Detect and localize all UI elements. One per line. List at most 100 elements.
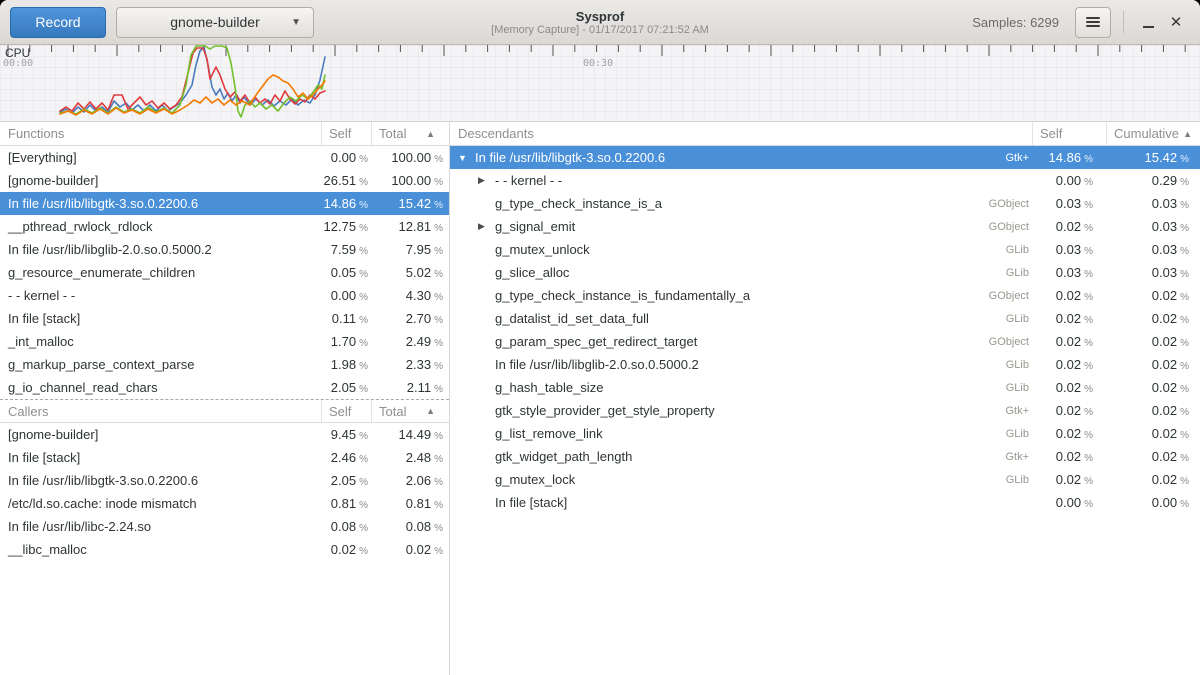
total-percent: 12.81% xyxy=(372,219,449,234)
descendant-row[interactable]: g_datalist_id_set_data_fullGLib0.02%0.02… xyxy=(450,307,1200,330)
descendant-row[interactable]: g_mutex_unlockGLib0.03%0.03% xyxy=(450,238,1200,261)
descendant-row[interactable]: g_list_remove_linkGLib0.02%0.02% xyxy=(450,422,1200,445)
close-button[interactable]: ✕ xyxy=(1162,8,1190,36)
function-row[interactable]: __pthread_rwlock_rdlock12.75%12.81% xyxy=(0,215,449,238)
caller-row[interactable]: In file [stack]2.46%2.48% xyxy=(0,446,449,469)
descendant-row[interactable]: g_type_check_instance_is_aGObject0.03%0.… xyxy=(450,192,1200,215)
column-header-self[interactable]: Self xyxy=(322,400,372,422)
descendant-name-cell: g_slice_allocGLib xyxy=(450,265,1033,280)
library-tag: GLib xyxy=(1006,428,1029,440)
caller-row[interactable]: In file /usr/lib/libgtk-3.so.0.2200.62.0… xyxy=(0,469,449,492)
self-percent: 0.02% xyxy=(322,542,372,557)
descendant-name: g_list_remove_link xyxy=(495,426,603,441)
descendant-name-cell: g_hash_table_sizeGLib xyxy=(450,380,1033,395)
descendant-name-cell: ▶- - kernel - - xyxy=(450,173,1033,188)
function-row[interactable]: In file /usr/lib/libgtk-3.so.0.2200.614.… xyxy=(0,192,449,215)
column-header-total[interactable]: Total ▲ xyxy=(372,400,449,422)
descendant-name-cell: gtk_style_provider_get_style_propertyGtk… xyxy=(450,403,1033,418)
record-button[interactable]: Record xyxy=(10,7,106,38)
total-percent: 0.02% xyxy=(1107,426,1200,441)
expander-open-icon[interactable]: ▼ xyxy=(458,153,475,163)
descendant-name-cell: g_mutex_lockGLib xyxy=(450,472,1033,487)
descendant-row[interactable]: ▶g_signal_emitGObject0.02%0.03% xyxy=(450,215,1200,238)
expander-closed-icon[interactable]: ▶ xyxy=(478,175,495,186)
descendant-row[interactable]: g_param_spec_get_redirect_targetGObject0… xyxy=(450,330,1200,353)
total-percent: 0.03% xyxy=(1107,219,1200,234)
column-header-total[interactable]: Total ▲ xyxy=(372,122,449,145)
function-row[interactable]: - - kernel - -0.00%4.30% xyxy=(0,284,449,307)
self-percent: 0.81% xyxy=(322,496,372,511)
descendant-row[interactable]: ▶- - kernel - -0.00%0.29% xyxy=(450,169,1200,192)
function-row[interactable]: g_io_channel_read_chars2.05%2.11% xyxy=(0,376,449,399)
function-row[interactable]: _int_malloc1.70%2.49% xyxy=(0,330,449,353)
caller-row[interactable]: __libc_malloc0.02%0.02% xyxy=(0,538,449,561)
self-percent: 2.05% xyxy=(322,380,372,395)
caller-row[interactable]: [gnome-builder]9.45%14.49% xyxy=(0,423,449,446)
descendants-table-body: ▼In file /usr/lib/libgtk-3.so.0.2200.6 Gt… xyxy=(450,146,1200,514)
column-header-self[interactable]: Self xyxy=(322,122,372,145)
callers-table-header: Callers Self Total ▲ xyxy=(0,399,449,423)
self-percent: 0.11% xyxy=(322,311,372,326)
expander-closed-icon[interactable]: ▶ xyxy=(478,221,495,232)
total-percent: 2.70% xyxy=(372,311,449,326)
total-percent: 100.00% xyxy=(372,173,449,188)
descendant-name-cell: gtk_widget_path_lengthGtk+ xyxy=(450,449,1033,464)
library-tag: GLib xyxy=(1006,382,1029,394)
self-percent: 0.05% xyxy=(322,265,372,280)
function-name: In file /usr/lib/libgtk-3.so.0.2200.6 xyxy=(0,196,322,211)
total-percent: 15.42% xyxy=(1107,150,1200,165)
function-name: In file [stack] xyxy=(0,311,322,326)
function-name: In file /usr/lib/libglib-2.0.so.0.5000.2 xyxy=(0,242,322,257)
function-name: [Everything] xyxy=(0,150,322,165)
column-header-self[interactable]: Self xyxy=(1033,122,1107,145)
descendant-name: In file [stack] xyxy=(495,495,567,510)
descendant-row[interactable]: In file [stack]0.00%0.00% xyxy=(450,491,1200,514)
self-percent: 0.02% xyxy=(1033,311,1107,326)
header-separator xyxy=(1123,11,1124,33)
descendant-name-cell: g_list_remove_link GLib xyxy=(450,426,1033,441)
function-name: [gnome-builder] xyxy=(0,427,322,442)
descendant-name: g_param_spec_get_redirect_target xyxy=(495,334,697,349)
function-row[interactable]: g_resource_enumerate_children0.05%5.02% xyxy=(0,261,449,284)
function-row[interactable]: [Everything]0.00%100.00% xyxy=(0,146,449,169)
descendant-row[interactable]: g_type_check_instance_is_fundamentally_a… xyxy=(450,284,1200,307)
library-tag: Gtk+ xyxy=(1005,152,1029,164)
chevron-down-icon: ▼ xyxy=(291,17,301,28)
descendant-row[interactable]: g_slice_allocGLib0.03%0.03% xyxy=(450,261,1200,284)
self-percent: 0.02% xyxy=(1033,334,1107,349)
total-percent: 0.02% xyxy=(1107,311,1200,326)
descendant-row[interactable]: In file /usr/lib/libglib-2.0.so.0.5000.2… xyxy=(450,353,1200,376)
self-percent: 0.03% xyxy=(1033,242,1107,257)
descendant-name: In file /usr/lib/libgtk-3.so.0.2200.6 xyxy=(475,150,665,165)
function-row[interactable]: g_markup_parse_context_parse1.98%2.33% xyxy=(0,353,449,376)
total-percent: 15.42% xyxy=(372,196,449,211)
descendant-name: g_slice_alloc xyxy=(495,265,569,280)
cpu-usage-graph[interactable]: CPU 00:00 00:30 xyxy=(0,45,1200,122)
caller-row[interactable]: /etc/ld.so.cache: inode mismatch0.81%0.8… xyxy=(0,492,449,515)
process-selector-dropdown[interactable]: gnome-builder ▼ xyxy=(116,7,314,38)
function-row[interactable]: [gnome-builder]26.51%100.00% xyxy=(0,169,449,192)
caller-row[interactable]: In file /usr/lib/libc-2.24.so0.08%0.08% xyxy=(0,515,449,538)
minimize-button[interactable] xyxy=(1134,8,1162,36)
total-percent: 0.03% xyxy=(1107,196,1200,211)
self-percent: 0.02% xyxy=(1033,380,1107,395)
descendant-row[interactable]: ▼In file /usr/lib/libgtk-3.so.0.2200.6 Gt… xyxy=(450,146,1200,169)
function-name: g_io_channel_read_chars xyxy=(0,380,322,395)
descendant-row[interactable]: gtk_style_provider_get_style_propertyGtk… xyxy=(450,399,1200,422)
menu-button[interactable] xyxy=(1075,7,1111,38)
descendant-name: gtk_widget_path_length xyxy=(495,449,632,464)
column-header-functions[interactable]: Functions xyxy=(0,122,322,145)
column-header-descendants[interactable]: Descendants xyxy=(450,122,1033,145)
function-row[interactable]: In file [stack]0.11%2.70% xyxy=(0,307,449,330)
self-percent: 9.45% xyxy=(322,427,372,442)
callers-table-body: [gnome-builder]9.45%14.49%In file [stack… xyxy=(0,423,449,561)
function-row[interactable]: In file /usr/lib/libglib-2.0.so.0.5000.2… xyxy=(0,238,449,261)
descendant-row[interactable]: g_mutex_lockGLib0.02%0.02% xyxy=(450,468,1200,491)
functions-table-body: [Everything]0.00%100.00%[gnome-builder]2… xyxy=(0,146,449,399)
descendant-row[interactable]: gtk_widget_path_lengthGtk+0.02%0.02% xyxy=(450,445,1200,468)
total-percent: 0.03% xyxy=(1107,265,1200,280)
column-header-callers[interactable]: Callers xyxy=(0,400,322,422)
descendant-row[interactable]: g_hash_table_sizeGLib0.02%0.02% xyxy=(450,376,1200,399)
sort-ascending-icon: ▲ xyxy=(1183,129,1192,139)
column-header-cumulative[interactable]: Cumulative ▲ xyxy=(1107,122,1200,145)
